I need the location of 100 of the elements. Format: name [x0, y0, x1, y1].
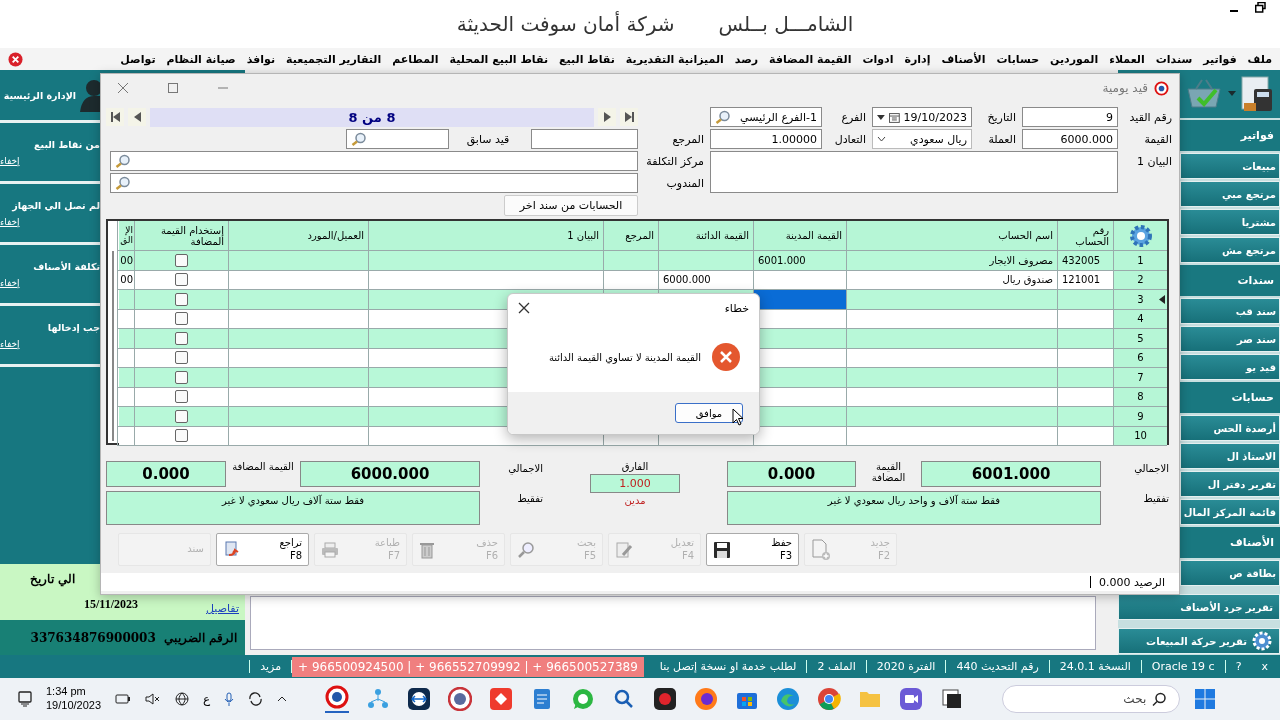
checkbox[interactable] [175, 273, 188, 287]
status-close[interactable]: x [1251, 660, 1278, 673]
sidebar-item[interactable]: مبيعات [1180, 153, 1280, 179]
menu-item[interactable]: نوافذ [246, 52, 276, 66]
help-link[interactable]: ? [1225, 660, 1252, 673]
checkbox[interactable] [175, 331, 188, 345]
clock-date[interactable]: 19/10/2023 [46, 699, 102, 713]
notification-icon[interactable] [18, 691, 32, 707]
globe-icon[interactable] [175, 692, 190, 706]
checkbox[interactable] [175, 409, 188, 423]
amount-field[interactable]: 6000.000 [1022, 129, 1118, 149]
browser-icon[interactable] [694, 687, 719, 711]
currency-dropdown[interactable]: ريال سعودي [872, 129, 972, 149]
hide-link[interactable]: إخفاء [0, 277, 20, 288]
menu-item[interactable]: صيانة النظام [166, 52, 236, 66]
sidebar-item[interactable]: مرتجع مبي [1180, 181, 1280, 207]
start-icon[interactable] [1194, 688, 1217, 710]
basket-check-icon[interactable] [1184, 77, 1224, 111]
sidebar-item[interactable]: مرتجع مش [1180, 237, 1280, 263]
checkbox[interactable] [175, 292, 188, 306]
chat-icon[interactable] [571, 687, 596, 711]
sidebar-item[interactable]: تقرير حركة المبيعات [1118, 628, 1280, 654]
sidebar-item[interactable]: قيد يو [1180, 354, 1280, 380]
sidebar-item[interactable]: مشتريا [1180, 209, 1280, 235]
settings-icon[interactable] [1128, 223, 1153, 248]
caret-icon[interactable] [1228, 91, 1236, 97]
clock-time[interactable]: 1:34 pm [46, 685, 102, 699]
previous-record-button[interactable] [128, 108, 146, 126]
sidebar-item[interactable]: سند صر [1180, 326, 1280, 352]
microphone-icon[interactable] [224, 691, 235, 707]
sidebar-item[interactable]: تقرير دفتر ال [1180, 471, 1280, 497]
wave-browser-icon[interactable] [776, 687, 801, 711]
more-link[interactable]: مزيد [249, 660, 293, 673]
copy-accounts-button[interactable]: الحسابات من سند اخر [504, 195, 638, 216]
sidebar-item[interactable]: الاستاذ ال [1180, 443, 1280, 469]
search-icon[interactable] [351, 132, 367, 146]
checkbox[interactable] [175, 351, 188, 365]
sidebar-item[interactable]: سند قب [1180, 298, 1280, 324]
speaker-muted-icon[interactable] [145, 693, 162, 705]
branch-field[interactable]: 1-الفرع الرئيسي [710, 107, 822, 127]
restore-icon[interactable] [1255, 2, 1266, 13]
checkbox[interactable] [175, 390, 188, 404]
last-record-button[interactable] [620, 108, 638, 126]
round-browser-icon[interactable] [817, 687, 842, 711]
menu-item[interactable]: رصد [734, 52, 759, 66]
menu-item[interactable]: العملاء [1109, 52, 1145, 66]
menu-item[interactable]: الموردين [1050, 52, 1099, 66]
menu-item[interactable]: الميزانية التقديرية [625, 52, 724, 66]
reference-field[interactable] [531, 129, 638, 149]
sidebar-item[interactable]: أرصدة الحس [1180, 415, 1280, 441]
menu-item[interactable]: ادوات [862, 52, 894, 66]
menu-item[interactable]: الأصناف [941, 52, 986, 66]
checkbox[interactable] [175, 312, 188, 326]
rate-field[interactable]: 1.00000 [710, 129, 822, 149]
ok-button[interactable]: موافق [675, 403, 743, 423]
checkbox[interactable] [175, 370, 188, 384]
description-field[interactable] [710, 151, 1118, 193]
hide-link[interactable]: إخفاء [0, 216, 20, 227]
network-icon[interactable] [366, 687, 391, 711]
chevron-up-icon[interactable] [277, 696, 288, 702]
next-record-button[interactable] [598, 108, 616, 126]
menu-item[interactable]: حسابات [996, 52, 1040, 66]
cost-center-field[interactable] [110, 151, 638, 171]
scrollbar[interactable] [112, 251, 114, 441]
search-icon[interactable] [115, 176, 131, 190]
menu-item[interactable]: نقاط البيع [559, 52, 615, 66]
menu-item[interactable]: نقاط البيع المحلية [449, 52, 548, 66]
details-link[interactable]: تفاصيل [206, 602, 239, 615]
maximize-icon[interactable] [167, 82, 179, 94]
search-icon[interactable] [715, 110, 731, 124]
close-icon[interactable] [518, 302, 530, 314]
checkbox[interactable] [175, 253, 188, 267]
round-badge-icon[interactable] [448, 687, 473, 711]
hide-link[interactable]: إخفاء [0, 338, 20, 349]
language-indicator[interactable]: ع [203, 692, 211, 706]
sidebar-item[interactable]: تقرير جرد الأصناف [1118, 594, 1280, 620]
menu-item[interactable]: تواصل [120, 52, 156, 66]
sidebar-item[interactable]: قائمة المركز المال [1180, 499, 1280, 525]
checkbox[interactable] [175, 429, 188, 443]
ring-logo-icon[interactable] [325, 685, 350, 713]
first-record-button[interactable] [106, 108, 124, 126]
hide-link[interactable]: إخفاء [0, 155, 20, 166]
search-icon[interactable] [115, 154, 131, 168]
sync-icon[interactable] [248, 692, 264, 706]
battery-icon[interactable] [115, 693, 132, 705]
record-icon[interactable] [653, 687, 678, 711]
date-field[interactable]: 19/10/2023 [872, 107, 972, 127]
menu-item[interactable]: ملف [1247, 52, 1272, 66]
sidebar-item[interactable]: بطاقة ص [1180, 560, 1280, 586]
menu-item[interactable]: فواتير [1203, 52, 1237, 66]
menu-item[interactable]: سندات [1155, 52, 1193, 66]
menu-item[interactable]: المطاعم [392, 52, 439, 66]
entry-number-field[interactable]: 9 [1022, 107, 1118, 127]
video-call-icon[interactable] [899, 687, 924, 711]
menu-item[interactable]: القيمة المضافة [769, 52, 852, 66]
representative-field[interactable] [110, 173, 638, 193]
previous-entry-field[interactable] [346, 129, 449, 149]
menu-item[interactable]: التقارير التجميعية [286, 52, 382, 66]
remote-desktop-icon[interactable] [407, 687, 432, 711]
menu-item[interactable]: إدارة [904, 52, 931, 66]
